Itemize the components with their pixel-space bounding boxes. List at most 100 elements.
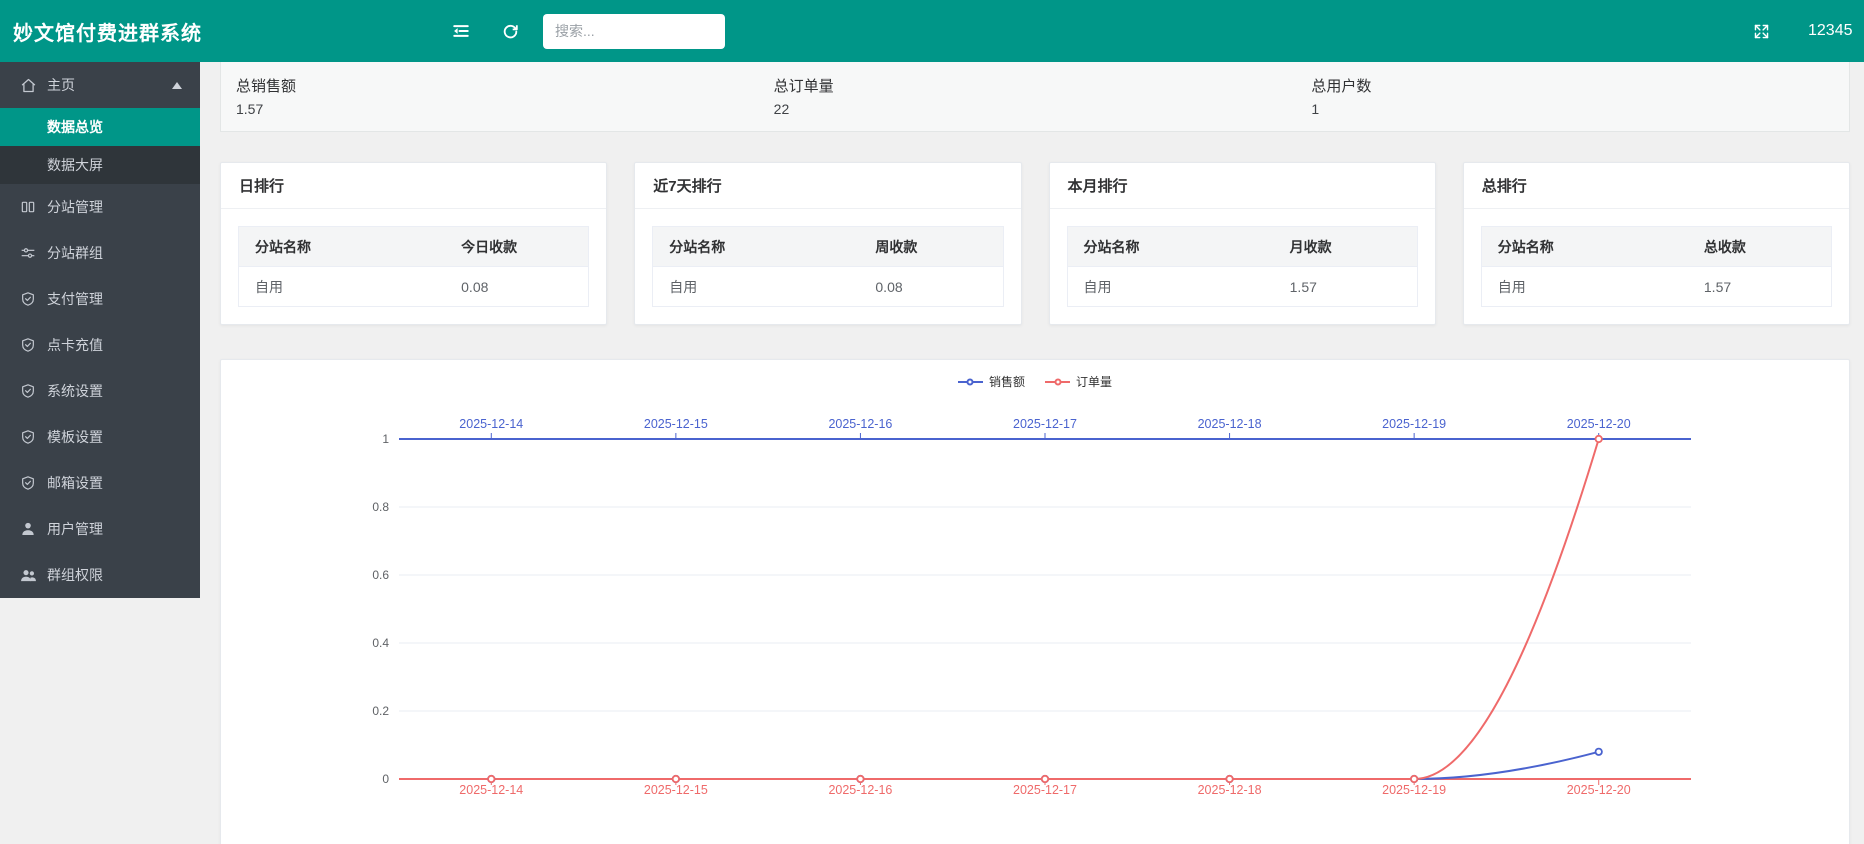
shield-check-icon [20,291,37,307]
legend-label: 订单量 [1076,373,1112,390]
ranking-col-amount: 总收款 [1688,227,1832,267]
ranking-cell: 1.57 [1688,267,1832,307]
sidebar-item-label: 模板设置 [47,427,103,447]
shield-check-icon [20,475,37,491]
columns-icon [20,199,37,215]
ranking-col-amount: 周收款 [859,227,1003,267]
search-input[interactable] [543,14,725,49]
ranking-col-amount: 月收款 [1274,227,1418,267]
home-icon [20,77,37,94]
svg-text:2025-12-19: 2025-12-19 [1382,783,1446,797]
sidebar-item-label: 邮箱设置 [47,473,103,493]
submenu-home: 数据总览数据大屏 [0,108,200,184]
ranking-cards-row: 日排行 分站名称 今日收款 自用0.08 近7天排行 分站名称 周收款 自用0.… [220,162,1850,325]
sidebar-item-label: 分站管理 [47,197,103,217]
legend-marker-icon [958,381,983,383]
shield-check-icon [20,429,37,445]
ranking-col-site: 分站名称 [239,227,446,267]
sidebar-item-template-settings[interactable]: 模板设置 [0,414,200,460]
ranking-row: 自用1.57 [1481,267,1831,307]
ranking-row: 自用0.08 [239,267,589,307]
sidebar-item-group-permissions[interactable]: 群组权限 [0,552,200,598]
ranking-table: 分站名称 总收款 自用1.57 [1481,226,1832,307]
svg-text:2025-12-19: 2025-12-19 [1382,417,1446,431]
ranking-card-title: 总排行 [1464,163,1849,209]
sidebar-item-label: 支付管理 [47,289,103,309]
svg-text:2025-12-14: 2025-12-14 [459,783,523,797]
stat-label: 总用户数 [1311,75,1849,96]
caret-up-icon [172,82,182,89]
svg-text:2025-12-20: 2025-12-20 [1567,417,1631,431]
ranking-cell: 0.08 [859,267,1003,307]
search-wrap [543,14,725,49]
svg-text:2025-12-16: 2025-12-16 [828,783,892,797]
sidebar-item-payment-manage[interactable]: 支付管理 [0,276,200,322]
svg-text:2025-12-17: 2025-12-17 [1013,417,1077,431]
svg-text:2025-12-15: 2025-12-15 [644,783,708,797]
sidebar-fold-icon[interactable] [452,22,470,40]
ranking-cell: 自用 [1481,267,1688,307]
sidebar-item-system-settings[interactable]: 系统设置 [0,368,200,414]
svg-text:2025-12-18: 2025-12-18 [1198,417,1262,431]
refresh-icon[interactable] [502,23,519,40]
sidebar-item-data-screen[interactable]: 数据大屏 [0,146,200,184]
sidebar-item-user-manage[interactable]: 用户管理 [0,506,200,552]
stat-item-5: 总用户数 1 [1311,75,1849,117]
fullscreen-icon[interactable] [1753,23,1770,40]
sidebar-item-card-recharge[interactable]: 点卡充值 [0,322,200,368]
legend-item-订单量[interactable]: 订单量 [1045,373,1112,390]
stat-label: 总销售额 [236,75,774,96]
sidebar-item-label: 群组权限 [47,565,103,585]
ranking-card-title: 日排行 [221,163,606,209]
sidebar-item-data-overview[interactable]: 数据总览 [0,108,200,146]
svg-text:2025-12-20: 2025-12-20 [1567,783,1631,797]
ranking-card-week-rank: 近7天排行 分站名称 周收款 自用0.08 [634,162,1021,325]
ranking-col-site: 分站名称 [1067,227,1274,267]
legend-label: 销售额 [989,373,1025,390]
ranking-row: 自用1.57 [1067,267,1417,307]
svg-text:0.4: 0.4 [372,636,389,650]
trend-chart-card: 销售额订单量 00.20.40.60.812025-12-142025-12-1… [220,359,1850,844]
ranking-col-amount: 今日收款 [445,227,589,267]
ranking-card-title: 本月排行 [1050,163,1435,209]
ranking-table: 分站名称 今日收款 自用0.08 [238,226,589,307]
ranking-table: 分站名称 周收款 自用0.08 [652,226,1003,307]
sidebar-item-home[interactable]: 主页 [0,62,200,108]
svg-text:0.8: 0.8 [372,500,389,514]
sliders-icon [20,245,37,261]
svg-text:2025-12-14: 2025-12-14 [459,417,523,431]
ranking-card-total-rank: 总排行 分站名称 总收款 自用1.57 [1463,162,1850,325]
app-header: 妙文馆付费进群系统 12345 [0,0,1864,62]
stat-value: 1.57 [236,101,774,117]
svg-text:2025-12-17: 2025-12-17 [1013,783,1077,797]
sidebar-item-subsite-manage[interactable]: 分站管理 [0,184,200,230]
sidebar-item-mailbox-settings[interactable]: 邮箱设置 [0,460,200,506]
stat-value: 1 [1311,101,1849,117]
shield-check-icon [20,383,37,399]
username[interactable]: 12345 [1808,22,1864,40]
ranking-cell: 自用 [239,267,446,307]
main-content: 当天销售额0.08当天订单量1当天新用户数0总销售额1.57总订单量22总用户数… [200,0,1864,844]
sidebar-item-label: 主页 [47,75,75,95]
svg-text:0.6: 0.6 [372,568,389,582]
ranking-cell: 0.08 [445,267,589,307]
svg-text:0: 0 [382,772,389,786]
app-title: 妙文馆付费进群系统 [13,17,202,46]
sidebar-item-label: 系统设置 [47,381,103,401]
ranking-col-site: 分站名称 [1481,227,1688,267]
sidebar-item-label: 点卡充值 [47,335,103,355]
stat-value: 22 [774,101,1312,117]
ranking-card-title: 近7天排行 [635,163,1020,209]
legend-marker-icon [1045,381,1070,383]
ranking-cell: 自用 [653,267,860,307]
shield-check-icon [20,337,37,353]
stat-item-4: 总订单量22 [774,75,1312,117]
chart-legend: 销售额 订单量 [221,373,1849,390]
sidebar-item-subsite-groups[interactable]: 分站群组 [0,230,200,276]
legend-item-销售额[interactable]: 销售额 [958,373,1025,390]
ranking-cell: 1.57 [1274,267,1418,307]
ranking-table: 分站名称 月收款 自用1.57 [1067,226,1418,307]
svg-text:1: 1 [382,432,389,446]
svg-text:2025-12-15: 2025-12-15 [644,417,708,431]
sidebar-item-label: 分站群组 [47,243,103,263]
